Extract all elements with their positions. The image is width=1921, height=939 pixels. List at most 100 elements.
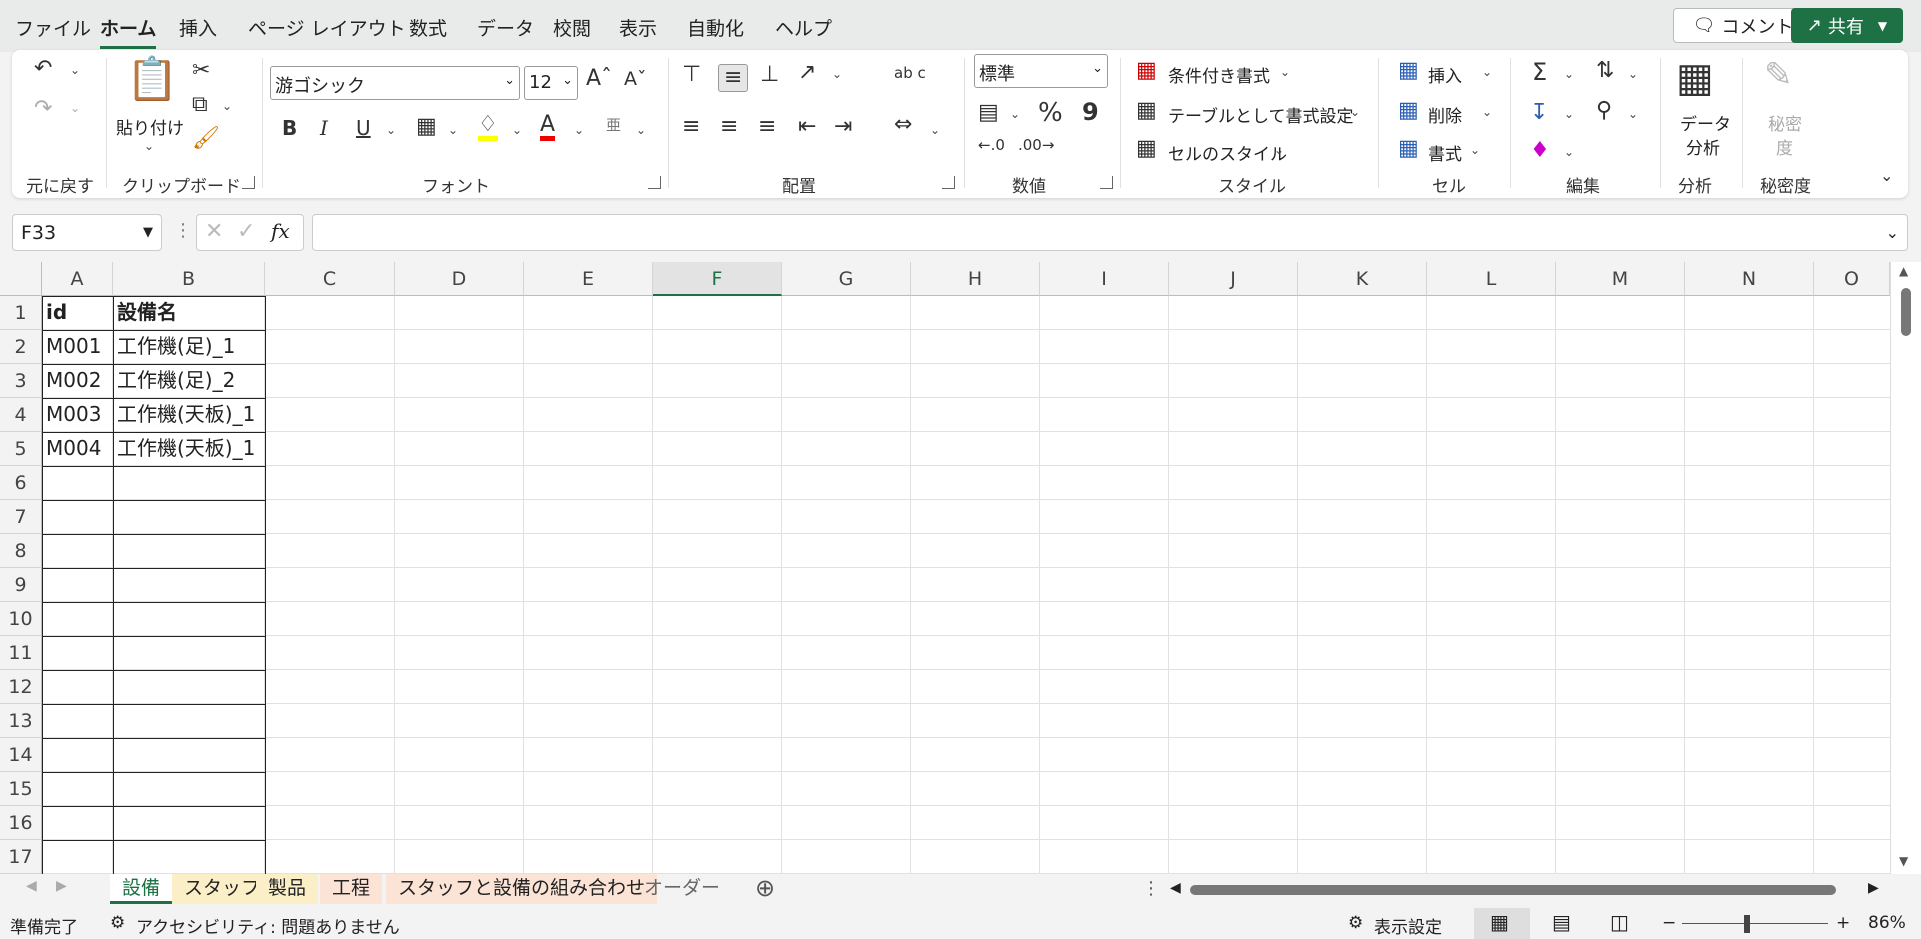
column-header-K[interactable]: K — [1298, 262, 1427, 296]
sort-filter-icon[interactable]: ⇅ — [1596, 60, 1614, 82]
column-header-E[interactable]: E — [524, 262, 653, 296]
wrap-text-icon[interactable]: ab c — [894, 66, 926, 81]
column-header-H[interactable]: H — [911, 262, 1040, 296]
chevron-down-icon[interactable]: ⌄ — [512, 124, 522, 136]
chevron-down-icon[interactable]: ⌄ — [1274, 144, 1284, 156]
row-header-2[interactable]: 2 — [0, 330, 42, 364]
accounting-format-icon[interactable]: ▤ — [978, 102, 999, 124]
chevron-down-icon[interactable]: ⌄ — [144, 140, 154, 152]
find-select-icon[interactable]: ⚲ — [1596, 100, 1612, 122]
chevron-down-icon[interactable]: ⌄ — [222, 100, 232, 112]
font-name-select[interactable]: 游ゴシック ⌄ — [270, 66, 520, 100]
italic-button[interactable]: I — [320, 118, 328, 138]
conditional-format-button[interactable]: 条件付き書式 — [1168, 62, 1270, 87]
chevron-down-icon[interactable]: ⌄ — [1564, 68, 1574, 80]
collapse-ribbon-icon[interactable]: ⌄ — [1880, 168, 1893, 184]
chevron-down-icon[interactable]: ▼ — [143, 225, 153, 240]
increase-font-size-icon[interactable]: Aˆ — [586, 68, 612, 90]
tab-page-layout[interactable]: ページ レイアウト — [248, 14, 406, 41]
zoom-level[interactable]: 86% — [1868, 913, 1906, 933]
insert-cells-icon[interactable]: ▦ — [1398, 60, 1419, 82]
table-cell[interactable]: 工作機(天板)_1 — [114, 432, 255, 466]
row-header-10[interactable]: 10 — [0, 602, 42, 636]
dialog-launcher-icon[interactable] — [1100, 176, 1113, 189]
chevron-down-icon[interactable]: ⌄ — [70, 102, 80, 114]
enter-icon[interactable]: ✓ — [237, 219, 255, 244]
cell-styles-button[interactable]: セルのスタイル — [1168, 140, 1287, 165]
format-cells-icon[interactable]: ▦ — [1398, 138, 1419, 160]
page-break-view-icon[interactable]: ◫ — [1610, 910, 1629, 934]
scroll-tabs-right-icon[interactable]: ▶ — [56, 878, 67, 894]
data-analysis-icon[interactable]: ▦ — [1676, 58, 1714, 98]
insert-cells-button[interactable]: 挿入 — [1428, 62, 1462, 87]
align-center-icon[interactable]: ≡ — [720, 116, 738, 138]
row-header-12[interactable]: 12 — [0, 670, 42, 704]
align-top-icon[interactable]: ⊤ — [682, 64, 701, 86]
sensitivity-label-1[interactable]: 秘密 — [1768, 110, 1802, 135]
tab-automate[interactable]: 自動化 — [687, 14, 744, 41]
row-header-9[interactable]: 9 — [0, 568, 42, 602]
font-color-icon[interactable]: A — [540, 114, 556, 141]
cut-icon[interactable]: ✂ — [192, 60, 210, 82]
vertical-scrollbar[interactable]: ▲ ▼ — [1890, 262, 1921, 874]
row-header-16[interactable]: 16 — [0, 806, 42, 840]
chevron-down-icon[interactable]: ⌄ — [574, 124, 584, 136]
cancel-icon[interactable]: ✕ — [205, 219, 223, 244]
tab-review[interactable]: 校閲 — [553, 14, 591, 41]
sheet-tab-orders[interactable]: オーダー — [632, 874, 732, 904]
table-cell[interactable]: 工作機(足)_2 — [114, 364, 235, 398]
format-as-table-button[interactable]: テーブルとして書式設定 — [1168, 102, 1353, 127]
tab-file[interactable]: ファイル — [15, 14, 91, 41]
scroll-left-icon[interactable]: ◀ — [1170, 880, 1181, 896]
sensitivity-icon[interactable]: ✎ — [1764, 58, 1793, 92]
underline-button[interactable]: U — [356, 118, 371, 138]
row-header-17[interactable]: 17 — [0, 840, 42, 874]
phonetic-icon[interactable]: 亜 — [606, 118, 621, 133]
chevron-down-icon[interactable]: ⌄ — [1482, 106, 1492, 118]
table-cell[interactable]: 工作機(足)_1 — [114, 330, 235, 364]
chevron-down-icon[interactable]: ⌄ — [1628, 108, 1638, 120]
decrease-indent-icon[interactable]: ⇤ — [798, 116, 816, 138]
decrease-decimal-icon[interactable]: .00→ — [1018, 138, 1054, 153]
scroll-thumb[interactable] — [1190, 885, 1836, 895]
dialog-launcher-icon[interactable] — [242, 176, 255, 189]
fill-icon[interactable]: ↧ — [1530, 102, 1548, 124]
scroll-thumb[interactable] — [1901, 288, 1911, 336]
dialog-launcher-icon[interactable] — [942, 176, 955, 189]
paste-label[interactable]: 貼り付け — [116, 114, 184, 139]
comma-button[interactable]: 9 — [1082, 100, 1099, 124]
insert-function-icon[interactable]: fx — [271, 219, 290, 243]
row-header-1[interactable]: 1 — [0, 296, 42, 330]
conditional-format-icon[interactable]: ▦ — [1136, 60, 1157, 82]
column-header-I[interactable]: I — [1040, 262, 1169, 296]
sheet-tab-products[interactable]: 製品 — [256, 874, 319, 904]
chevron-down-icon[interactable]: ⌄ — [1564, 108, 1574, 120]
sensitivity-label-2[interactable]: 度 — [1776, 134, 1793, 159]
chevron-down-icon[interactable]: ▼ — [1878, 19, 1887, 33]
worksheet-grid[interactable]: ▲ ▼ A B C D E F G H I J K L M N O 1 2 3 4 5 6 7 8 9 10 11 12 13 14 15… — [0, 262, 1921, 908]
scroll-tabs-left-icon[interactable]: ◀ — [26, 878, 37, 894]
column-header-O[interactable]: O — [1814, 262, 1890, 296]
row-header-11[interactable]: 11 — [0, 636, 42, 670]
column-header-A[interactable]: A — [42, 262, 113, 296]
column-header-L[interactable]: L — [1427, 262, 1556, 296]
column-header-D[interactable]: D — [395, 262, 524, 296]
undo-icon[interactable]: ↶ — [34, 58, 52, 80]
dialog-launcher-icon[interactable] — [648, 176, 661, 189]
increase-indent-icon[interactable]: ⇥ — [834, 116, 852, 138]
zoom-slider-thumb[interactable] — [1744, 915, 1750, 933]
formula-input[interactable]: ⌄ — [312, 214, 1908, 251]
align-right-icon[interactable]: ≡ — [758, 116, 776, 138]
scroll-up-icon[interactable]: ▲ — [1899, 264, 1908, 278]
tab-view[interactable]: 表示 — [619, 14, 657, 41]
table-cell[interactable]: M002 — [43, 364, 101, 398]
row-header-13[interactable]: 13 — [0, 704, 42, 738]
row-header-4[interactable]: 4 — [0, 398, 42, 432]
paste-icon[interactable]: 📋 — [126, 58, 178, 100]
borders-icon[interactable]: ▦ — [416, 116, 437, 138]
row-header-15[interactable]: 15 — [0, 772, 42, 806]
row-header-6[interactable]: 6 — [0, 466, 42, 500]
accessibility-status[interactable]: アクセシビリティ: 問題ありません — [136, 913, 400, 938]
chevron-down-icon[interactable]: ⌄ — [1628, 68, 1638, 80]
column-header-C[interactable]: C — [265, 262, 395, 296]
